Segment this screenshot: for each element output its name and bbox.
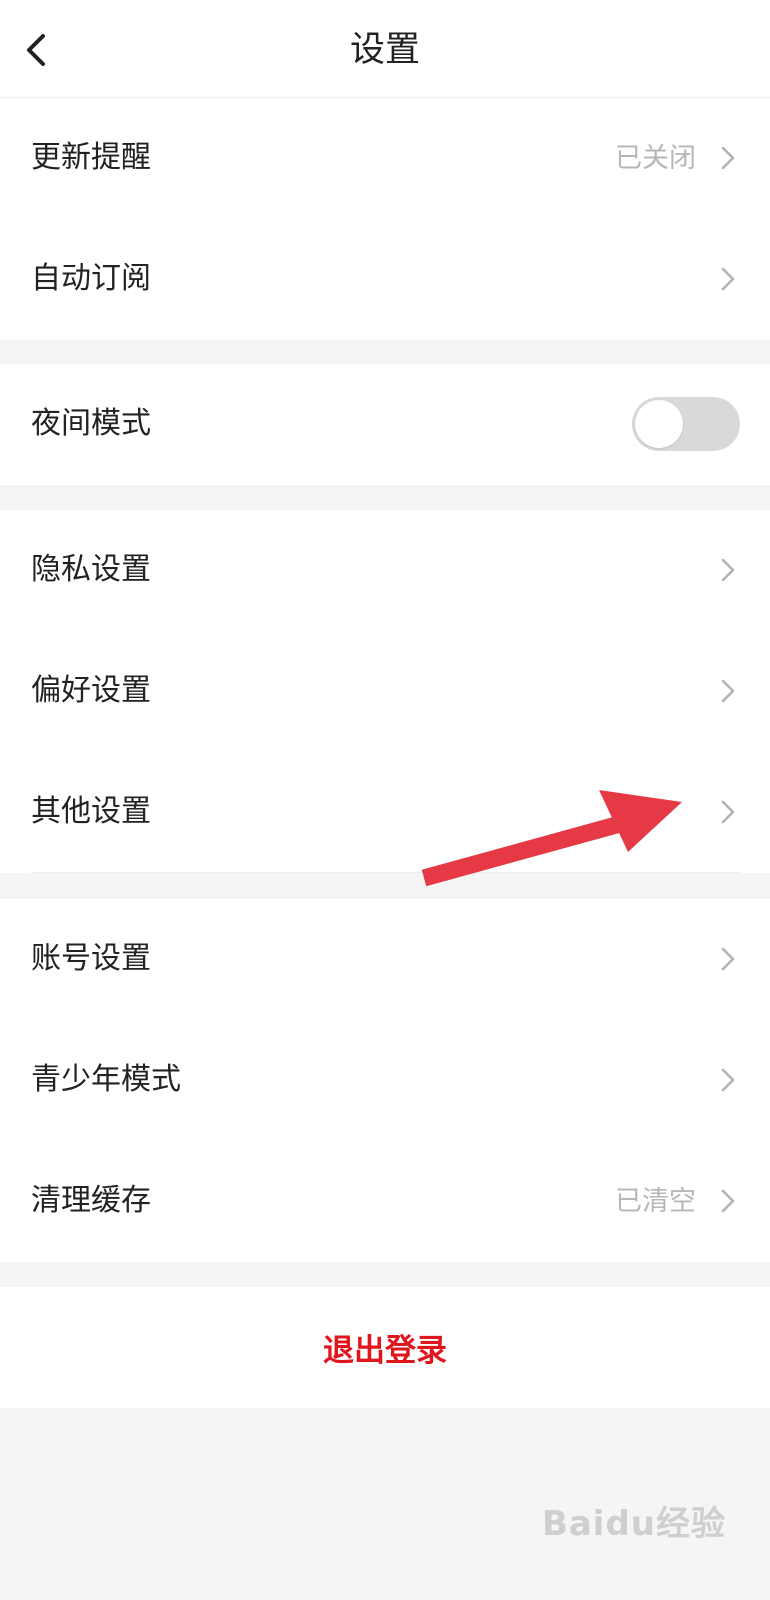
row-value: 已关闭 — [615, 143, 696, 174]
settings-group-preferences: 隐私设置 偏好设置 其他设置 — [0, 510, 770, 873]
settings-row-clear-cache[interactable]: 清理缓存 已清空 — [0, 1141, 770, 1262]
settings-row-other[interactable]: 其他设置 — [0, 752, 770, 873]
settings-group-display: 夜间模式 — [0, 364, 770, 485]
chevron-right-icon — [721, 146, 735, 170]
row-label: 隐私设置 — [31, 552, 151, 587]
settings-row-preferences[interactable]: 偏好设置 — [0, 631, 770, 752]
nav-header: 设置 — [0, 0, 770, 98]
row-label: 账号设置 — [31, 941, 151, 976]
row-label: 青少年模式 — [31, 1062, 181, 1097]
settings-group-updates: 更新提醒 已关闭 自动订阅 — [0, 98, 770, 340]
row-value: 已清空 — [615, 1186, 696, 1217]
row-label: 其他设置 — [31, 794, 151, 829]
toggle-knob — [635, 400, 683, 448]
logout-button[interactable]: 退出登录 — [0, 1287, 770, 1408]
row-label: 清理缓存 — [31, 1183, 151, 1218]
settings-row-teen-mode[interactable]: 青少年模式 — [0, 1020, 770, 1141]
settings-row-account[interactable]: 账号设置 — [0, 899, 770, 1020]
chevron-right-icon — [721, 1189, 735, 1213]
page-title: 设置 — [349, 30, 420, 70]
chevron-right-icon — [721, 1068, 735, 1092]
chevron-right-icon — [721, 947, 735, 971]
chevron-right-icon — [721, 558, 735, 582]
settings-row-privacy[interactable]: 隐私设置 — [0, 510, 770, 631]
settings-row-auto-subscribe[interactable]: 自动订阅 — [0, 219, 770, 340]
chevron-right-icon — [721, 800, 735, 824]
chevron-right-icon — [721, 267, 735, 291]
settings-group-account: 账号设置 青少年模式 清理缓存 已清空 — [0, 899, 770, 1262]
settings-row-update-reminder[interactable]: 更新提醒 已关闭 — [0, 98, 770, 219]
chevron-right-icon — [721, 679, 735, 703]
night-mode-toggle[interactable] — [632, 397, 740, 451]
row-label: 偏好设置 — [31, 673, 151, 708]
row-label: 自动订阅 — [31, 261, 151, 296]
watermark: Baidu经验 — [541, 1504, 726, 1544]
row-label: 更新提醒 — [31, 140, 151, 175]
settings-row-night-mode: 夜间模式 — [0, 364, 770, 485]
row-divider — [31, 872, 739, 873]
row-label: 夜间模式 — [31, 406, 151, 441]
logout-section: 退出登录 — [0, 1287, 770, 1408]
